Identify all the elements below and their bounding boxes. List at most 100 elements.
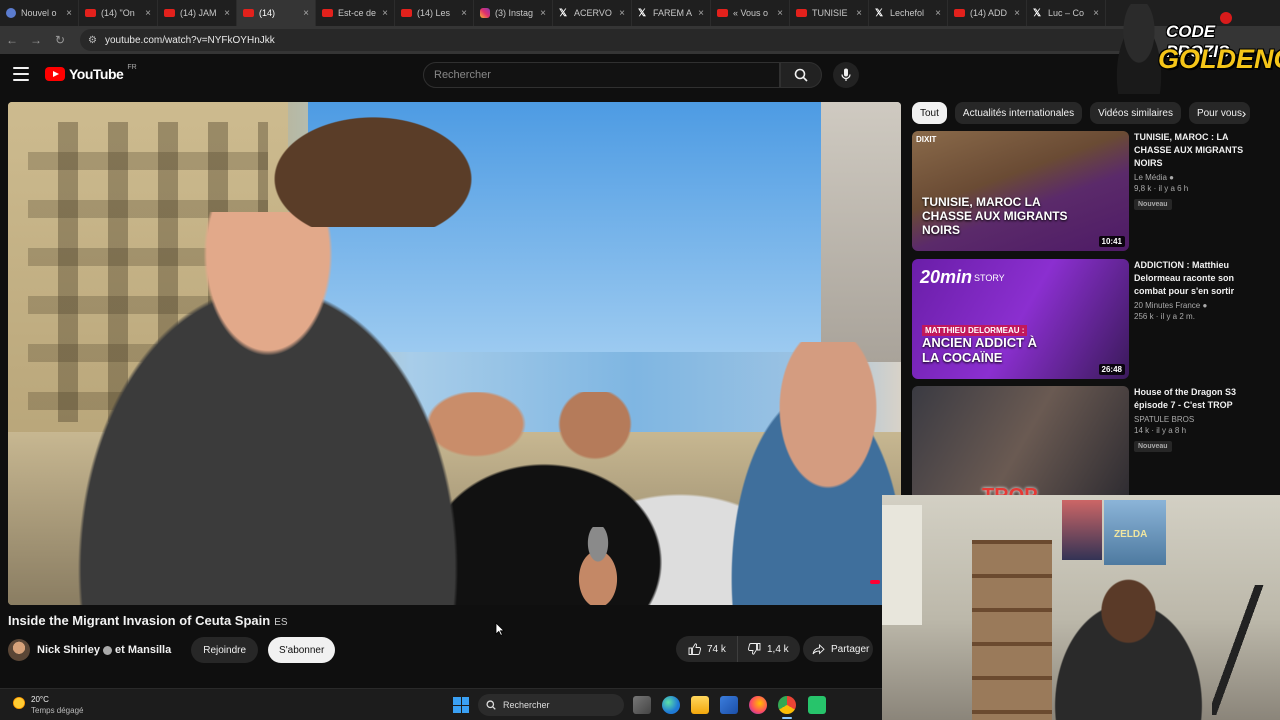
- recommendation-channel: 20 Minutes France ●: [1134, 301, 1264, 310]
- windows-start-icon[interactable]: [453, 697, 469, 713]
- weather-temperature[interactable]: 20°C: [31, 695, 49, 704]
- subscribe-button[interactable]: S'abonner: [268, 637, 336, 663]
- youtube-favicon-icon: [243, 9, 254, 17]
- chevron-right-icon[interactable]: ›: [1236, 104, 1252, 122]
- browser-tab[interactable]: (14) JAM ×: [158, 0, 237, 26]
- filter-chip[interactable]: Actualités internationales: [954, 102, 1083, 124]
- weather-description[interactable]: Temps dégagé: [31, 706, 83, 715]
- browser-tab[interactable]: 𝕏 Luc – Co ×: [1027, 0, 1106, 26]
- microphone-icon: [841, 68, 851, 81]
- browser-tab-title: Luc – Co: [1048, 8, 1085, 18]
- webcam-shelf: [972, 540, 1052, 720]
- address-bar[interactable]: ⚙ youtube.com/watch?v=NYFkOYHnJkk: [80, 29, 1140, 51]
- channel-name[interactable]: Nick Shirley: [37, 644, 100, 656]
- browser-tab[interactable]: 𝕏 FAREM A ×: [632, 0, 711, 26]
- close-tab-icon[interactable]: ×: [1093, 8, 1099, 19]
- browser-tab[interactable]: (14) ×: [237, 0, 316, 26]
- webcam-poster-text: ZELDA: [1114, 529, 1148, 540]
- browser-tab[interactable]: Est-ce de ×: [316, 0, 395, 26]
- like-dislike-group: 74 k 1,4 k: [676, 636, 800, 662]
- back-icon[interactable]: ←: [0, 33, 24, 47]
- close-tab-icon[interactable]: ×: [461, 8, 467, 19]
- recommendation-item[interactable]: DIXIT TUNISIE, MAROC LA CHASSE AUX MIGRA…: [912, 131, 1272, 251]
- video-duration: 10:41: [1098, 236, 1125, 247]
- close-tab-icon[interactable]: ×: [777, 8, 783, 19]
- menu-icon[interactable]: [13, 67, 29, 81]
- recommendation-item[interactable]: TROP House of the Dragon S3 épisode 7 - …: [912, 386, 1272, 506]
- close-tab-icon[interactable]: ×: [540, 8, 546, 19]
- progress-marker[interactable]: [870, 580, 880, 584]
- browser-tab-title: Lechefol: [890, 8, 925, 18]
- video-player[interactable]: [8, 102, 901, 605]
- close-tab-icon[interactable]: ×: [303, 8, 309, 19]
- youtube-play-icon: [45, 67, 65, 81]
- filter-chip[interactable]: Tout: [912, 102, 947, 124]
- search-box: [423, 62, 780, 88]
- forward-icon[interactable]: →: [24, 33, 48, 47]
- close-tab-icon[interactable]: ×: [856, 8, 862, 19]
- browser-tab[interactable]: (14) "On ×: [79, 0, 158, 26]
- windows-taskbar: 20°C Temps dégagé Rechercher: [0, 688, 882, 720]
- promo-watermark: CODE PROZIS GOLDENG: [1108, 4, 1280, 94]
- video-scene-microphone: [563, 527, 633, 605]
- recommendation-channel-name: Le Média: [1134, 173, 1167, 182]
- video-scene-presenter-hair: [258, 107, 488, 227]
- search-button[interactable]: [780, 62, 822, 88]
- browser-tab[interactable]: TUNISIE ×: [790, 0, 869, 26]
- recommendation-thumbnail[interactable]: TROP: [912, 386, 1129, 506]
- dislike-button[interactable]: 1,4 k: [738, 636, 789, 662]
- recommendation-title[interactable]: ADDICTION : Matthieu Delormeau raconte s…: [1134, 259, 1264, 298]
- browser-toolbar: ← → ↻ ⚙ youtube.com/watch?v=NYFkOYHnJkk: [0, 26, 1280, 54]
- chrome-icon[interactable]: [778, 696, 796, 714]
- recommendation-item[interactable]: 20min STORY MATTHIEU DELORMEAU : ANCIEN …: [912, 259, 1272, 379]
- browser-tab[interactable]: « Vous o ×: [711, 0, 790, 26]
- browser-tab[interactable]: (3) Instag ×: [474, 0, 553, 26]
- recommendation-thumbnail[interactable]: DIXIT TUNISIE, MAROC LA CHASSE AUX MIGRA…: [912, 131, 1129, 251]
- site-info-icon[interactable]: ⚙: [88, 35, 97, 46]
- instagram-favicon-icon: [480, 8, 490, 18]
- close-tab-icon[interactable]: ×: [619, 8, 625, 19]
- like-button[interactable]: 74 k: [676, 636, 738, 662]
- video-scene-person-right: [708, 342, 901, 605]
- reload-icon[interactable]: ↻: [48, 33, 72, 47]
- filter-chip[interactable]: Vidéos similaires: [1090, 102, 1181, 124]
- close-tab-icon[interactable]: ×: [66, 8, 72, 19]
- join-button[interactable]: Rejoindre: [191, 637, 259, 663]
- file-explorer-icon[interactable]: [691, 696, 709, 714]
- recommendation-title[interactable]: TUNISIE, MAROC : LA CHASSE AUX MIGRANTS …: [1134, 131, 1264, 170]
- recommendation-meta: 256 k · il y a 2 m.: [1134, 312, 1195, 321]
- search-input[interactable]: [434, 69, 779, 81]
- voice-search-button[interactable]: [833, 62, 859, 88]
- browser-tab[interactable]: Nouvel o ×: [0, 0, 79, 26]
- close-tab-icon[interactable]: ×: [935, 8, 941, 19]
- browser-tab[interactable]: 𝕏 Lechefol ×: [869, 0, 948, 26]
- close-tab-icon[interactable]: ×: [382, 8, 388, 19]
- recommendation-thumbnail[interactable]: 20min STORY MATTHIEU DELORMEAU : ANCIEN …: [912, 259, 1129, 379]
- close-tab-icon[interactable]: ×: [145, 8, 151, 19]
- browser-tab[interactable]: (14) ADD ×: [948, 0, 1027, 26]
- channel-collaborator[interactable]: et Mansilla: [115, 644, 171, 656]
- store-icon[interactable]: [720, 696, 738, 714]
- close-tab-icon[interactable]: ×: [1014, 8, 1020, 19]
- weather-sun-icon[interactable]: [13, 697, 25, 709]
- close-tab-icon[interactable]: ×: [224, 8, 230, 19]
- browser-tab[interactable]: (14) Les ×: [395, 0, 474, 26]
- recommendation-title[interactable]: House of the Dragon S3 épisode 7 - C'est…: [1134, 386, 1264, 412]
- recommendation-meta: 9,8 k · il y a 6 h: [1134, 184, 1189, 193]
- channel-row: Nick Shirley et Mansilla Rejoindre S'abo…: [8, 636, 888, 664]
- edge-icon[interactable]: [662, 696, 680, 714]
- channel-avatar[interactable]: [8, 639, 30, 661]
- browser-tab-title: (14) "On: [101, 8, 135, 18]
- browser-tab-title: (14): [259, 8, 276, 18]
- taskbar-search[interactable]: Rechercher: [478, 694, 624, 716]
- browser-tab-title: « Vous o: [733, 8, 769, 18]
- region-code: FR: [127, 64, 137, 71]
- share-button[interactable]: Partager: [803, 636, 873, 662]
- firefox-icon[interactable]: [749, 696, 767, 714]
- close-tab-icon[interactable]: ×: [698, 8, 704, 19]
- browser-tab[interactable]: 𝕏 ACERVO ×: [553, 0, 632, 26]
- task-view-icon[interactable]: [633, 696, 651, 714]
- youtube-logo[interactable]: YouTube FR: [45, 64, 137, 82]
- video-title-text: Inside the Migrant Invasion of Ceuta Spa…: [8, 613, 271, 628]
- app-icon[interactable]: [808, 696, 826, 714]
